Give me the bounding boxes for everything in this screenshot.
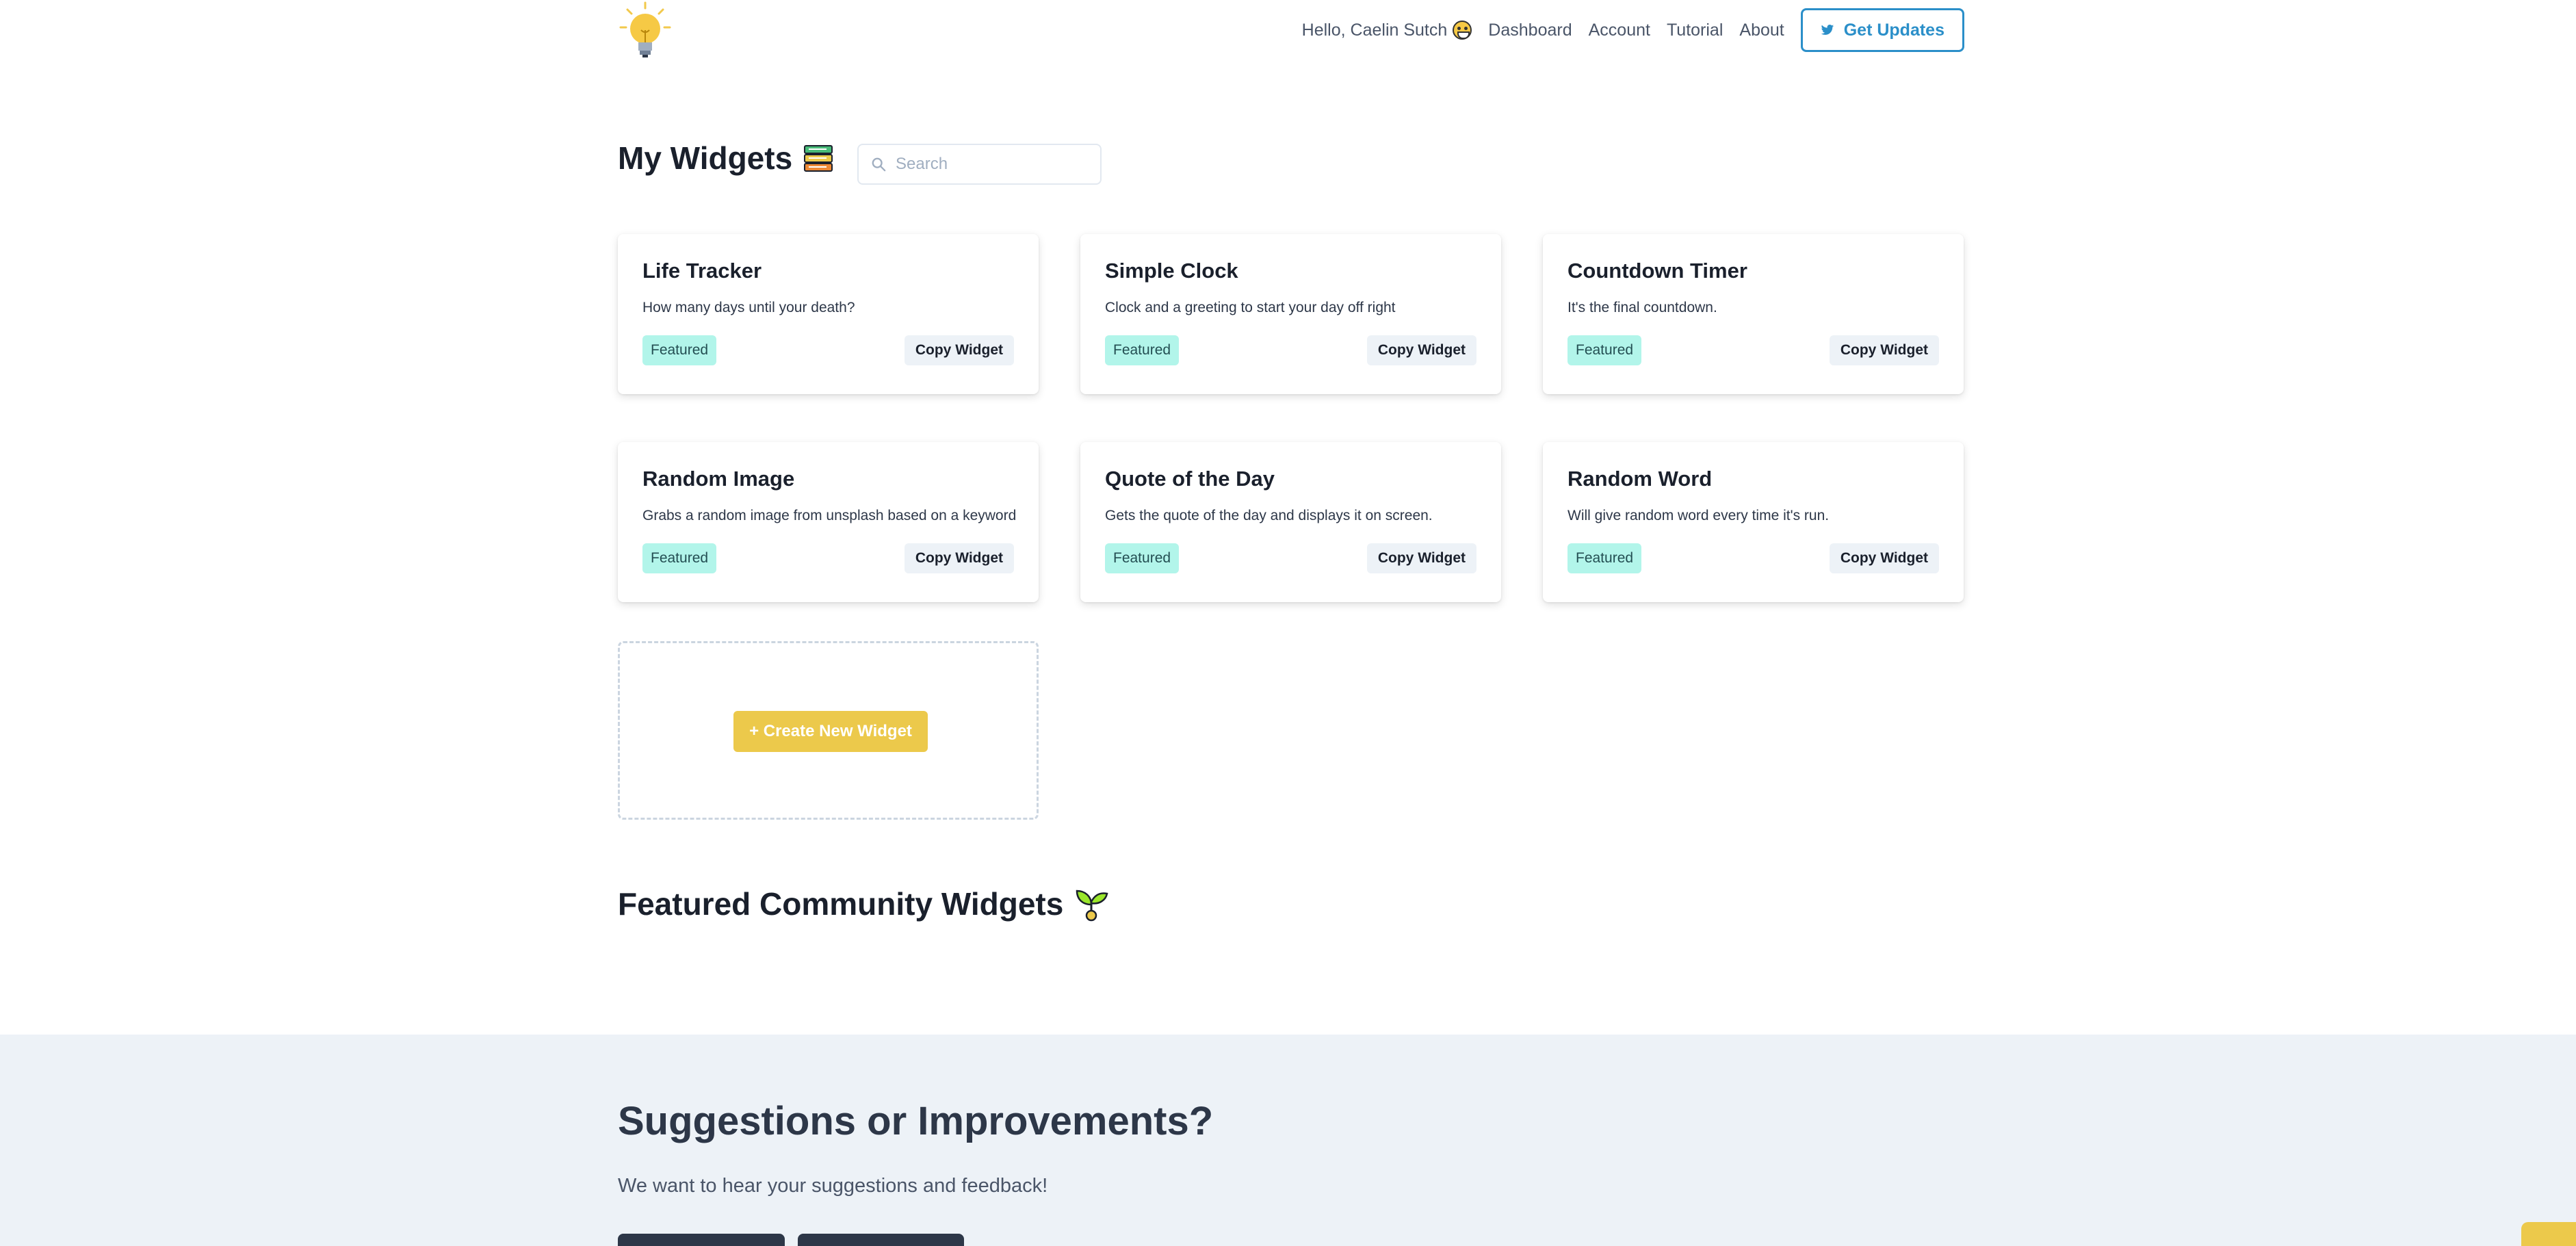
search-input[interactable] <box>896 155 1087 174</box>
suggestion-button[interactable] <box>618 1234 785 1246</box>
get-updates-label: Get Updates <box>1843 20 1944 40</box>
widget-title: Quote of the Day <box>1105 467 1275 491</box>
suggestions-subtitle: We want to hear your suggestions and fee… <box>618 1175 1048 1197</box>
widget-title: Random Image <box>642 467 795 491</box>
lightbulb-icon[interactable] <box>618 0 673 63</box>
widget-card[interactable]: Quote of the Day Gets the quote of the d… <box>1080 442 1501 602</box>
search-icon <box>872 157 886 172</box>
twitter-icon <box>1821 25 1834 35</box>
nav-about[interactable]: About <box>1739 21 1784 40</box>
widget-description: Will give random word every time it's ru… <box>1567 508 1830 523</box>
widget-title: Random Word <box>1567 467 1713 491</box>
widget-title: Simple Clock <box>1105 259 1238 283</box>
featured-badge: Featured <box>642 543 717 573</box>
grinning-face-icon <box>1453 21 1472 40</box>
site-header: Hello, Caelin Sutch Dashboard Account Tu… <box>618 0 1964 63</box>
get-updates-button[interactable]: Get Updates <box>1800 8 1964 52</box>
widget-description: Grabs a random image from unsplash based… <box>642 508 1017 523</box>
create-widget-card: + Create New Widget <box>618 641 1039 820</box>
nav-tutorial[interactable]: Tutorial <box>1667 21 1723 40</box>
copy-widget-button[interactable]: Copy Widget <box>1829 335 1939 365</box>
create-new-widget-button[interactable]: + Create New Widget <box>733 711 928 752</box>
featured-title: Featured Community Widgets <box>618 886 1064 922</box>
featured-heading: Featured Community Widgets <box>618 885 1110 922</box>
suggestions-section: Suggestions or Improvements? We want to … <box>0 1035 2576 1246</box>
widget-card[interactable]: Random Word Will give random word every … <box>1543 442 1964 602</box>
widget-card[interactable]: Countdown Timer It's the final countdown… <box>1543 234 1964 394</box>
copy-widget-button[interactable]: Copy Widget <box>1366 335 1476 365</box>
widget-card[interactable]: Random Image Grabs a random image from u… <box>618 442 1039 602</box>
widget-title: Life Tracker <box>642 259 762 283</box>
copy-widget-button[interactable]: Copy Widget <box>1366 543 1476 573</box>
widget-description: It's the final countdown. <box>1567 300 1717 315</box>
books-icon <box>804 145 833 172</box>
search-box <box>857 144 1102 185</box>
featured-badge: Featured <box>1567 543 1642 573</box>
widget-description: Gets the quote of the day and displays i… <box>1105 508 1433 523</box>
my-widgets-title: My Widgets <box>618 140 793 176</box>
greeting-text: Hello, Caelin Sutch <box>1301 20 1448 40</box>
main-nav: Hello, Caelin Sutch Dashboard Account Tu… <box>1302 8 1964 52</box>
feedback-button[interactable] <box>798 1234 964 1246</box>
seedling-icon <box>1076 890 1108 922</box>
featured-badge: Featured <box>642 335 717 365</box>
featured-badge: Featured <box>1105 543 1180 573</box>
featured-badge: Featured <box>1105 335 1180 365</box>
my-widgets-heading: My Widgets <box>618 140 835 177</box>
copy-widget-button[interactable]: Copy Widget <box>1829 543 1939 573</box>
copy-widget-button[interactable]: Copy Widget <box>904 335 1014 365</box>
widget-card[interactable]: Life Tracker How many days until your de… <box>618 234 1039 394</box>
widget-description: Clock and a greeting to start your day o… <box>1105 300 1396 315</box>
featured-badge: Featured <box>1567 335 1642 365</box>
suggestions-title: Suggestions or Improvements? <box>618 1099 1214 1143</box>
nav-account[interactable]: Account <box>1589 21 1650 40</box>
widget-card[interactable]: Simple Clock Clock and a greeting to sta… <box>1080 234 1501 394</box>
nav-dashboard[interactable]: Dashboard <box>1488 21 1572 40</box>
widget-title: Countdown Timer <box>1567 259 1747 283</box>
help-widget-button[interactable] <box>2521 1222 2576 1246</box>
widget-description: How many days until your death? <box>642 300 855 315</box>
copy-widget-button[interactable]: Copy Widget <box>904 543 1014 573</box>
greeting: Hello, Caelin Sutch <box>1302 21 1472 40</box>
